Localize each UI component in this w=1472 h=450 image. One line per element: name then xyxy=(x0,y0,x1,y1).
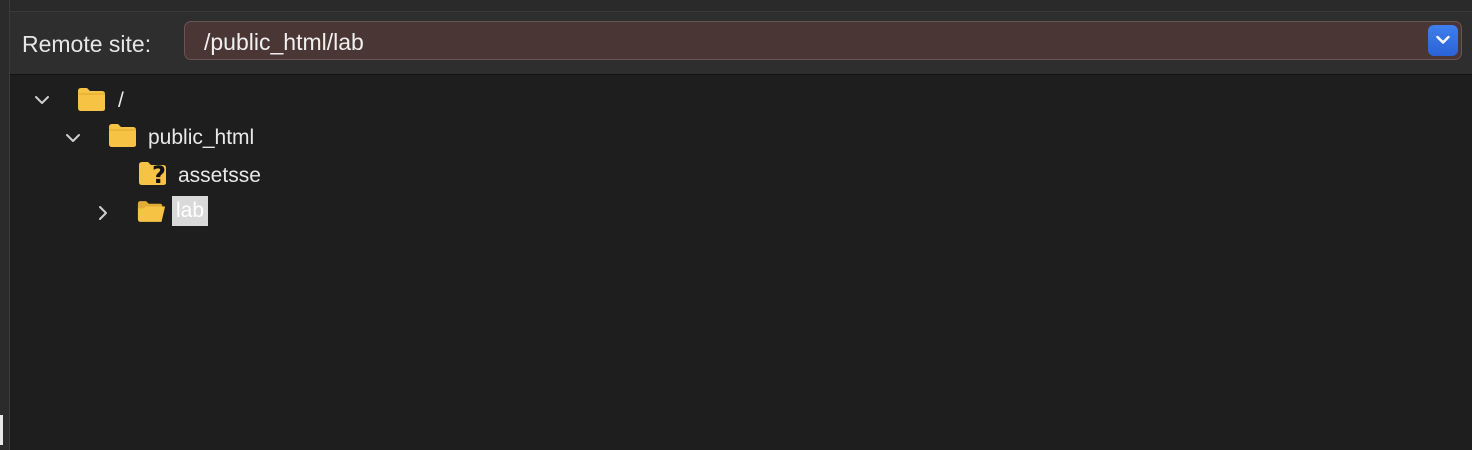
tree-node-label: public_html xyxy=(148,126,255,149)
tree-node-label: / xyxy=(118,89,124,112)
remote-site-panel: Remote site: /public_html/lab / public_h… xyxy=(0,0,1472,450)
folder-icon xyxy=(78,88,105,111)
chevron-right-icon[interactable] xyxy=(95,205,111,221)
tree-node-label: assetsse xyxy=(178,164,261,187)
remote-path-combobox[interactable]: /public_html/lab xyxy=(184,21,1462,60)
chevron-down-icon xyxy=(1436,35,1450,44)
remote-path-input[interactable]: /public_html/lab xyxy=(204,29,364,56)
chevron-down-icon[interactable] xyxy=(34,92,50,108)
path-dropdown-button[interactable] xyxy=(1428,25,1458,56)
folder-open-icon xyxy=(137,201,166,222)
top-divider xyxy=(0,0,1472,12)
remote-site-header: Remote site: /public_html/lab xyxy=(10,12,1472,75)
tree-node-assetsse[interactable]: ? assetsse xyxy=(10,161,410,197)
chevron-down-icon[interactable] xyxy=(65,130,81,146)
svg-text:?: ? xyxy=(152,161,166,186)
left-edge-marker xyxy=(0,415,3,445)
left-splitter[interactable] xyxy=(0,0,10,450)
tree-node-lab[interactable]: lab xyxy=(10,196,410,235)
tree-node-label-selected: lab xyxy=(172,196,209,226)
remote-site-label: Remote site: xyxy=(22,31,152,57)
folder-icon xyxy=(109,124,136,147)
remote-directory-tree[interactable]: / public_html ? assetsse lab xyxy=(10,75,1472,450)
folder-unknown-icon: ? xyxy=(139,161,166,186)
tree-node-public-html[interactable]: public_html xyxy=(10,123,410,159)
tree-node-root[interactable]: / xyxy=(10,85,410,121)
